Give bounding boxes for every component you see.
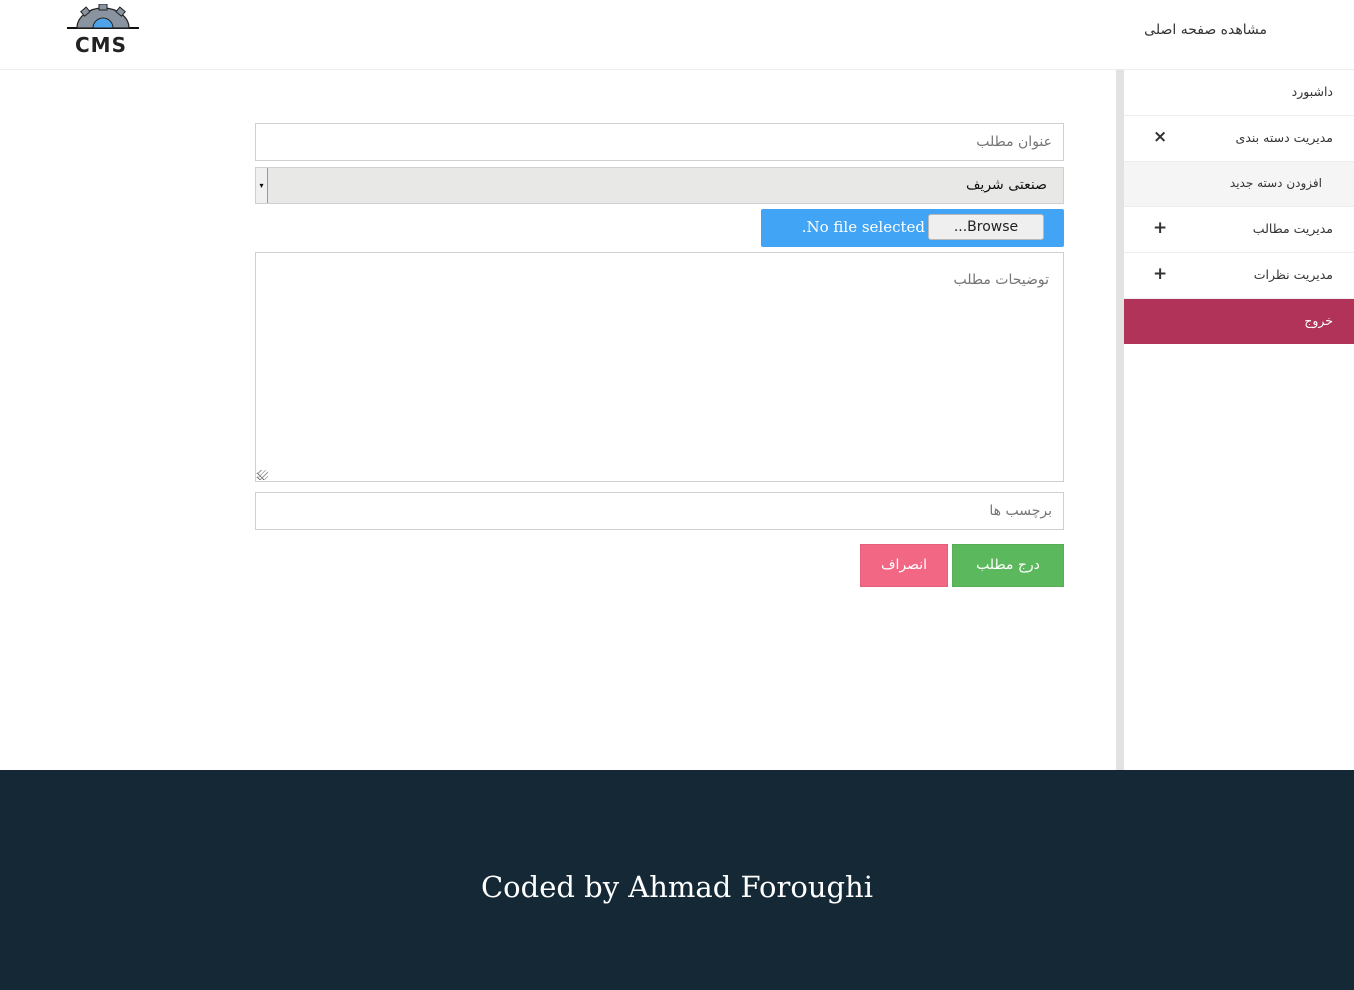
sidebar-item-comments-management[interactable]: مدیریت نظرات + [1124, 253, 1354, 299]
post-title-input[interactable] [255, 123, 1064, 161]
footer-credit: Coded by Ahmad Foroughi [480, 870, 874, 904]
sidebar-divider [1116, 70, 1124, 770]
expand-icon[interactable]: + [1153, 218, 1167, 238]
collapse-icon[interactable]: × [1153, 127, 1167, 147]
file-upload[interactable]: ...Browse .No file selected [761, 209, 1064, 247]
sidebar-item-label: داشبورد [1291, 84, 1333, 99]
sidebar-item-logout[interactable]: خروج [1124, 299, 1354, 344]
browse-button[interactable]: ...Browse [928, 214, 1044, 240]
sidebar-item-label: افزودن دسته جدید [1229, 176, 1322, 190]
sidebar-item-label: مدیریت مطالب [1252, 221, 1333, 236]
submit-post-button[interactable]: درج مطلب [952, 544, 1064, 587]
view-homepage-link[interactable]: مشاهده صفحه اصلی [1144, 22, 1267, 38]
sidebar-subitem-add-category[interactable]: افزودن دسته جدید [1124, 162, 1354, 207]
sidebar-item-label: خروج [1304, 313, 1333, 328]
footer: Coded by Ahmad Foroughi [0, 770, 1354, 990]
post-description-textarea[interactable] [255, 252, 1064, 482]
sidebar: داشبورد مدیریت دسته بندی × افزودن دسته ج… [1124, 70, 1354, 770]
logo-text: CMS [75, 33, 127, 57]
expand-icon[interactable]: + [1153, 264, 1167, 284]
sidebar-item-label: مدیریت دسته بندی [1235, 130, 1333, 145]
resize-handle[interactable] [258, 470, 268, 480]
top-header: CMS مشاهده صفحه اصلی [0, 0, 1354, 70]
cancel-button[interactable]: انصراف [860, 544, 948, 587]
category-select[interactable]: ▾ صنعتی شریف [255, 167, 1064, 204]
sidebar-item-posts-management[interactable]: مدیریت مطالب + [1124, 207, 1354, 253]
sidebar-item-dashboard[interactable]: داشبورد [1124, 70, 1354, 116]
sidebar-item-label: مدیریت نظرات [1253, 267, 1333, 282]
post-tags-input[interactable] [255, 492, 1064, 530]
chevron-down-icon: ▾ [256, 168, 268, 203]
cms-logo[interactable]: CMS [67, 4, 139, 58]
category-selected-value: صنعتی شریف [965, 177, 1047, 193]
sidebar-item-category-management[interactable]: مدیریت دسته بندی × [1124, 116, 1354, 162]
file-status-text: .No file selected [801, 218, 925, 236]
